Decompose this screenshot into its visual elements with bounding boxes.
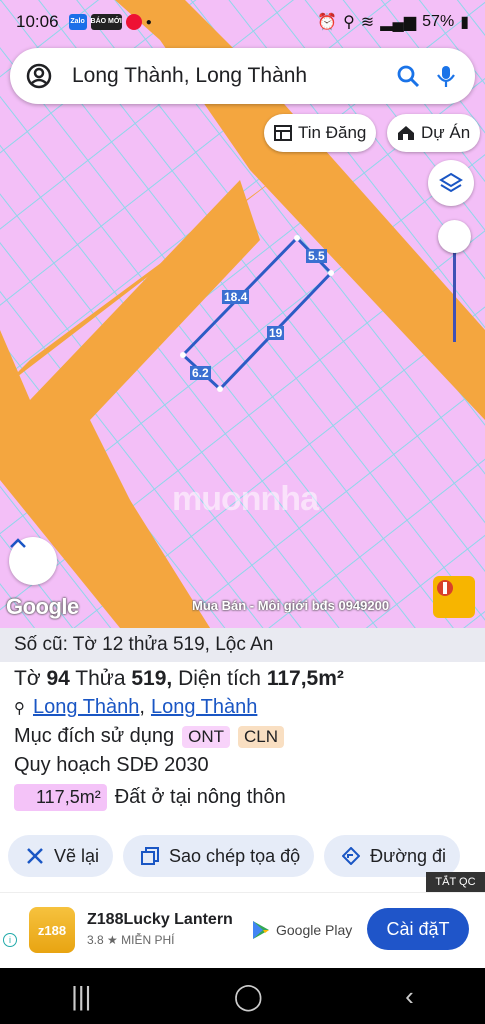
wifi-icon: ≋ — [360, 14, 375, 31]
chip-tin-dang[interactable]: Tin Đăng — [264, 114, 377, 152]
redraw-label: Vẽ lại — [54, 845, 100, 866]
action-buttons: Vẽ lại Sao chép tọa độ Đường đi — [8, 835, 461, 877]
plan-row: 117,5m² Đất ở tại nông thôn — [0, 784, 485, 811]
star-icon: ★ — [107, 933, 118, 947]
battery-percent: 57% — [422, 13, 455, 30]
microphone-icon[interactable] — [433, 63, 459, 89]
old-reference: Số cũ: Tờ 12 thửa 519, Lộc An — [0, 628, 485, 662]
map-attribution: Mua Bán - Môi giới bđs 0949200 — [192, 598, 390, 613]
search-query[interactable]: Long Thành, Long Thành — [72, 64, 383, 88]
purpose-label: Mục đích sử dụng — [14, 725, 175, 747]
ad-rating: 3.8 ★ MIỄN PHÍ — [87, 933, 174, 947]
install-button[interactable]: Cài đặT — [367, 908, 469, 950]
google-play-icon — [253, 921, 269, 939]
home-icon[interactable]: ◯ — [234, 981, 263, 1012]
watermark: muonnha — [172, 480, 319, 518]
alarm-icon: ⏰ — [317, 14, 338, 31]
edge-label-bottom: 6.2 — [190, 366, 211, 380]
plan-description: Đất ở tại nông thôn — [114, 786, 286, 808]
redraw-icon — [27, 848, 43, 864]
battery-icon: ▮ — [460, 14, 469, 31]
location-separator: , — [139, 696, 145, 718]
clock: 10:06 — [16, 12, 59, 31]
status-bar: 10:06 Zalo BÁO MỚI ● ⏰ ⚲ ≋ ▂▄▆ 57% ▮ — [0, 0, 485, 44]
collapse-button[interactable] — [9, 537, 57, 585]
google-play-label: Google Play — [276, 922, 353, 938]
location-pin-icon: ⚲ — [14, 699, 25, 717]
signal-icon: ▂▄▆ — [380, 14, 417, 31]
opacity-slider-handle[interactable] — [438, 220, 471, 253]
chevron-up-icon — [10, 538, 26, 548]
account-icon[interactable] — [26, 63, 52, 89]
listing-icon — [274, 125, 292, 141]
chip-du-an[interactable]: Dự Án — [387, 114, 481, 152]
edge-label-top: 5.5 — [306, 249, 327, 263]
area-label: Diện tích — [178, 667, 261, 690]
directions-icon — [342, 847, 361, 865]
brand-badge[interactable] — [433, 576, 475, 618]
plan-area: 117,5m² — [14, 784, 107, 811]
more-notifications-dot: ● — [145, 16, 152, 28]
ad-price: MIỄN PHÍ — [121, 933, 175, 947]
ad-app-logo: z188 — [29, 907, 75, 953]
zalo-notification-icon: Zalo — [68, 14, 87, 30]
commune-link[interactable]: Long Thành — [151, 696, 257, 719]
google-logo: Google — [6, 594, 79, 619]
plot-number: 519, — [131, 667, 173, 690]
baomoi-notification-icon: BÁO MỚI — [90, 14, 122, 30]
location-icon: ⚲ — [343, 14, 355, 31]
copy-coordinates-label: Sao chép tọa độ — [169, 845, 301, 866]
system-nav-bar: ||| ◯ ‹ — [0, 968, 485, 1024]
chip-tin-dang-label: Tin Đăng — [298, 123, 367, 142]
sheet-label: Tờ — [14, 667, 41, 690]
search-bar[interactable]: Long Thành, Long Thành — [10, 48, 475, 104]
search-icon[interactable] — [395, 63, 421, 89]
purpose-row: Mục đích sử dụng ONT CLN — [0, 725, 485, 748]
sheet-number: 94 — [46, 667, 70, 690]
district-link[interactable]: Long Thành — [33, 696, 139, 719]
tag-cln: CLN — [238, 725, 285, 748]
brand-logo-icon — [437, 580, 453, 596]
edge-label-left: 18.4 — [222, 290, 250, 304]
edge-label-right: 19 — [267, 326, 285, 340]
ad-info-icon[interactable]: i — [3, 933, 17, 947]
ad-rating-value: 3.8 — [87, 933, 104, 947]
ad-app-name: Z188Lucky Lantern — [87, 911, 233, 928]
parcel-summary: Tờ 94 Thửa 519, Diện tích 117,5m² — [0, 667, 485, 691]
layers-icon — [439, 172, 463, 193]
tag-ont: ONT — [182, 725, 231, 748]
directions-button[interactable]: Đường đi — [324, 835, 461, 877]
redraw-button[interactable]: Vẽ lại — [8, 835, 114, 877]
copy-coordinates-button[interactable]: Sao chép tọa độ — [123, 835, 315, 877]
recents-icon[interactable]: ||| — [71, 981, 91, 1012]
project-icon — [398, 126, 414, 140]
opacity-slider-track[interactable] — [453, 238, 456, 342]
ad-banner[interactable]: i z188 Z188Lucky Lantern 3.8 ★ MIỄN PHÍ … — [0, 892, 485, 968]
app-notification-icon — [125, 14, 142, 30]
close-ad-button[interactable]: TẮT QC — [426, 872, 485, 892]
plot-label: Thửa — [75, 667, 126, 690]
layers-button[interactable] — [428, 160, 474, 206]
plan-label: Quy hoạch SDĐ 2030 — [14, 754, 209, 776]
chip-du-an-label: Dự Án — [421, 123, 471, 142]
back-icon[interactable]: ‹ — [405, 981, 414, 1012]
google-play-badge: Google Play — [252, 920, 352, 940]
directions-label: Đường đi — [370, 845, 447, 866]
area-value: 117,5m² — [266, 667, 344, 690]
location-row: ⚲ Long Thành , Long Thành — [0, 696, 485, 719]
copy-icon — [141, 847, 160, 865]
